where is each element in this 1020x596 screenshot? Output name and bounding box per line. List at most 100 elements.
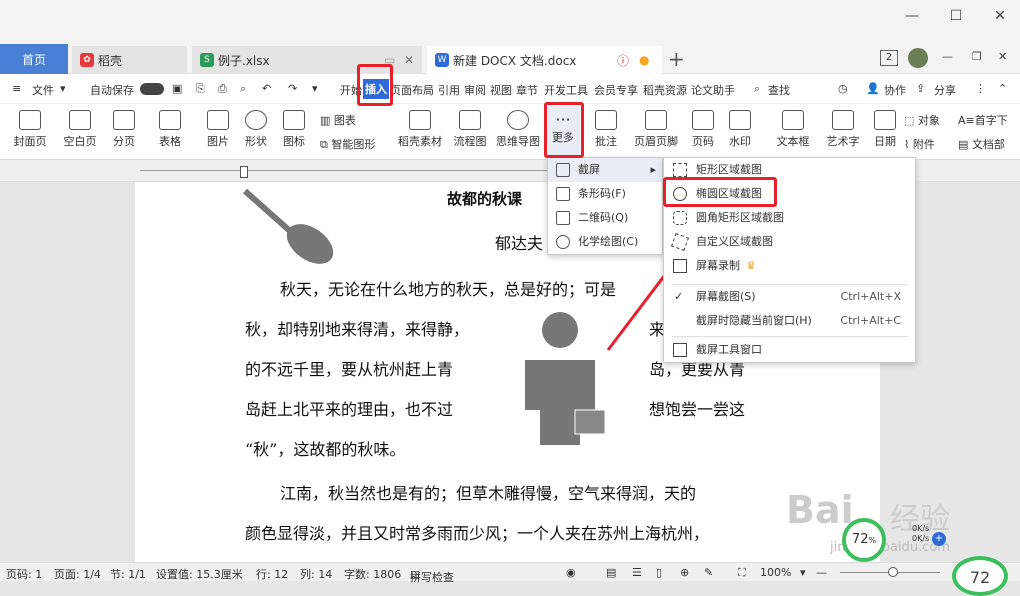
table-label: 表格 [159, 135, 181, 148]
export-icon[interactable]: ⎘ [196, 82, 205, 96]
chevron-right-icon: ▸ [650, 163, 656, 176]
tab-docx[interactable]: W 新建 DOCX 文档.docx ⓘ ● [427, 46, 662, 74]
shape-label: 形状 [245, 135, 267, 148]
page-break-button[interactable]: 分页 [106, 110, 142, 149]
menu-thesis[interactable]: 论文助手 [691, 82, 735, 98]
custom-label: 自定义区域截图 [696, 235, 773, 248]
writer-icon: W [435, 53, 449, 67]
mindmap-button[interactable]: 思维导图 [494, 110, 542, 149]
doc-line: 颜色显得淡，并且又时常多雨而少风；一个人夹在苏州上海杭州， [245, 524, 710, 543]
maximize-button[interactable]: ☐ [941, 8, 971, 28]
docpart-button[interactable]: ▤ 文档部 [958, 136, 1005, 152]
avatar[interactable] [908, 48, 928, 68]
menu-item-hide-window[interactable]: 截屏时隐藏当前窗口(H) Ctrl+Alt+C [664, 309, 915, 333]
fullscreen-icon[interactable]: ⛶ [738, 566, 746, 580]
menu-item-screen-record[interactable]: 屏幕录制 ♛ [664, 254, 915, 278]
page-number-button[interactable]: 页码 [686, 110, 720, 149]
pen-icon[interactable]: ✎ [704, 566, 713, 579]
eye-icon[interactable]: ◉ [566, 566, 576, 579]
tab-close-window-icon[interactable]: ✕ [998, 50, 1007, 63]
shape-button[interactable]: 形状 [238, 110, 274, 149]
share-button[interactable]: 分享 [934, 82, 956, 98]
unsaved-dot-icon: ● [639, 53, 650, 67]
page-number-label: 页码 [692, 135, 714, 148]
save-icon[interactable]: ▣ [172, 82, 182, 95]
menu-reference[interactable]: 引用 [438, 82, 460, 98]
menu-chapter[interactable]: 章节 [516, 82, 538, 98]
add-icon[interactable]: + [932, 532, 946, 546]
zoom-slider-handle[interactable] [888, 567, 898, 577]
minimize-button[interactable]: — [897, 8, 927, 28]
collapse-ribbon-icon[interactable]: ⌃ [998, 82, 1007, 95]
picture-button[interactable]: 图片 [200, 110, 236, 149]
watermark-button[interactable]: 水印 [722, 110, 758, 149]
smartart-button[interactable]: ⧉ 智能图形 [320, 136, 375, 152]
tab-xlsx-label: 例子.xlsx [218, 53, 270, 68]
tab-wps-label: 稻壳 [98, 53, 123, 68]
menu-view[interactable]: 视图 [490, 82, 512, 98]
menu-item-qrcode[interactable]: 二维码(Q) [548, 206, 662, 230]
zoom-value[interactable]: 100% [760, 566, 791, 579]
mindmap-label: 思维导图 [496, 135, 540, 148]
tab-restore-icon[interactable]: ❐ [972, 50, 982, 63]
menu-item-screenshot[interactable]: 截屏 ▸ [548, 158, 662, 182]
new-tab-button[interactable]: + [668, 47, 685, 71]
list-view-icon[interactable]: ☰ [632, 566, 642, 579]
flowchart-button[interactable]: 流程图 [450, 110, 490, 149]
menu-dev[interactable]: 开发工具 [544, 82, 588, 98]
cover-page-button[interactable]: 封面页 [8, 110, 52, 149]
tab-home[interactable]: 首页 [0, 44, 68, 74]
menu-layout[interactable]: 页面布局 [390, 82, 434, 98]
redo-icon[interactable]: ↷ [288, 82, 297, 95]
table-icon [159, 110, 181, 130]
history-icon[interactable]: ◷ [838, 82, 848, 95]
menu-item-chem[interactable]: 化学绘图(C) [548, 230, 662, 254]
table-button[interactable]: 表格 [152, 110, 188, 149]
search-button[interactable]: 查找 [768, 82, 790, 98]
tab-minimize-icon[interactable]: — [942, 50, 953, 63]
status-words[interactable]: 字数: 1806 [344, 566, 401, 582]
menu-item-barcode[interactable]: 条形码(F) [548, 182, 662, 206]
attachment-button[interactable]: ⌇ 附件 [904, 136, 935, 152]
menu-vip[interactable]: 会员专享 [594, 82, 638, 98]
undo-icon[interactable]: ↶ [262, 82, 271, 95]
docer-material-button[interactable]: 稻壳素材 [394, 110, 446, 149]
smartart-label: 智能图形 [331, 138, 376, 151]
page-view-icon[interactable]: ▤ [606, 566, 616, 579]
print-icon[interactable]: ⎙ [218, 82, 227, 96]
date-button[interactable]: 日期 [870, 110, 900, 149]
tab-wps[interactable]: ✿ 稻壳 [72, 46, 187, 74]
wordart-button[interactable]: 艺术字 [820, 110, 866, 149]
blank-page-button[interactable]: 空白页 [58, 110, 102, 149]
tab-close-icon[interactable]: ✕ [404, 53, 414, 67]
menu-item-round-screenshot[interactable]: 圆角矩形区域截图 [664, 206, 915, 230]
corner-widget[interactable]: 72 [952, 556, 1008, 596]
chart-button[interactable]: ▥ 图表 [320, 112, 356, 128]
preview-icon[interactable]: ⌕ [240, 82, 246, 96]
performance-widget[interactable]: 72% [842, 518, 886, 562]
read-view-icon[interactable]: ▯ [656, 566, 662, 579]
menu-review[interactable]: 审阅 [464, 82, 486, 98]
dropcap-button[interactable]: A≡首字下 [958, 112, 1008, 128]
zoom-out-button[interactable]: — [816, 566, 827, 579]
window-count-badge[interactable]: 2 [880, 50, 898, 66]
flowchart-label: 流程图 [453, 135, 487, 148]
menu-item-tool-window[interactable]: 截屏工具窗口 [664, 338, 915, 362]
icon-button[interactable]: 图标 [276, 110, 312, 149]
header-footer-button[interactable]: 页眉页脚 [632, 110, 680, 149]
autosave-toggle[interactable] [140, 83, 164, 95]
object-button[interactable]: ⬚ 对象 [904, 112, 940, 128]
web-view-icon[interactable]: ⊕ [680, 566, 689, 579]
collab-button[interactable]: 协作 [884, 82, 906, 98]
textbox-button[interactable]: 文本框 [770, 110, 816, 149]
hamburger-icon[interactable]: ≡ [12, 82, 21, 95]
comment-button[interactable]: 批注 [590, 110, 622, 149]
close-window-button[interactable]: ✕ [985, 8, 1015, 28]
menu-item-custom-screenshot[interactable]: 自定义区域截图 [664, 230, 915, 254]
indent-marker[interactable] [240, 166, 248, 178]
more-options-icon[interactable]: ⋮ [975, 82, 986, 95]
status-page: 页码: 1 [6, 568, 43, 581]
menu-file[interactable]: 文件 [32, 82, 54, 98]
menu-docer[interactable]: 稻壳资源 [643, 82, 687, 98]
menu-item-screen-capture[interactable]: ✓ 屏幕截图(S) Ctrl+Alt+X [664, 285, 915, 309]
